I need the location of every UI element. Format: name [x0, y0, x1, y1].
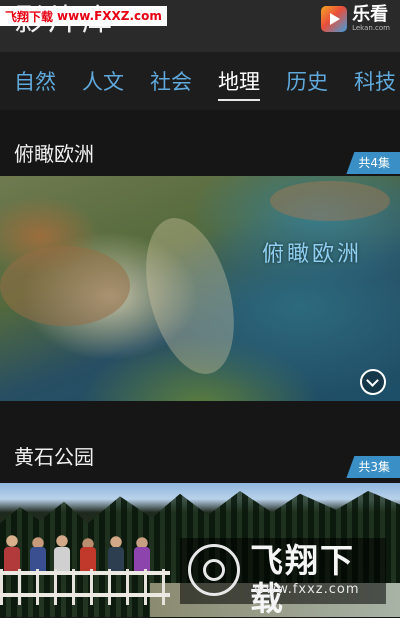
watermark-site-name: 飞翔下载: [5, 9, 54, 24]
category-tabs: 自然 人文 社会 地理 历史 科技: [0, 52, 400, 110]
tab-nature[interactable]: 自然: [14, 66, 56, 96]
tab-technology[interactable]: 科技: [354, 66, 396, 96]
thumbnail-boardwalk: [0, 569, 170, 605]
section-title[interactable]: 俯瞰欧洲: [14, 138, 94, 167]
section-title[interactable]: 黄石公园: [14, 441, 94, 470]
app-header: 影片库 飞翔下载 www.FXXZ.com 乐看 Lekan.com: [0, 0, 400, 52]
tab-humanities[interactable]: 人文: [82, 66, 124, 96]
watermark-bottom-url: www.fxxz.com: [254, 582, 360, 597]
watermark-logo-icon: [188, 544, 240, 596]
thumbnail-land: [0, 246, 130, 326]
thumbnail-shore: [130, 208, 250, 384]
watermark-bottom: 飞翔下载 www.fxxz.com: [180, 538, 386, 618]
app-logo[interactable]: 乐看 Lekan.com: [321, 5, 390, 32]
tab-society[interactable]: 社会: [150, 66, 192, 96]
watermark-url: www.FXXZ.com: [57, 9, 162, 23]
chevron-down-icon[interactable]: [360, 369, 386, 395]
episode-count-badge: 共4集: [346, 152, 400, 174]
thumbnail-overlay-title: 俯瞰欧洲: [262, 242, 363, 267]
watermark-bottom-title: 飞翔下载: [250, 541, 355, 618]
episode-count-badge: 共3集: [346, 456, 400, 478]
tab-geography[interactable]: 地理: [218, 66, 260, 101]
play-logo-icon: [321, 5, 348, 32]
tab-history[interactable]: 历史: [286, 66, 328, 96]
thumbnail-people: [2, 535, 162, 573]
video-thumbnail[interactable]: 俯瞰欧洲: [0, 176, 400, 401]
logo-subtitle: Lekan.com: [352, 24, 390, 32]
thumbnail-island: [270, 181, 390, 221]
watermark-top: 飞翔下载 www.FXXZ.com: [0, 6, 167, 26]
logo-name: 乐看: [352, 4, 389, 25]
